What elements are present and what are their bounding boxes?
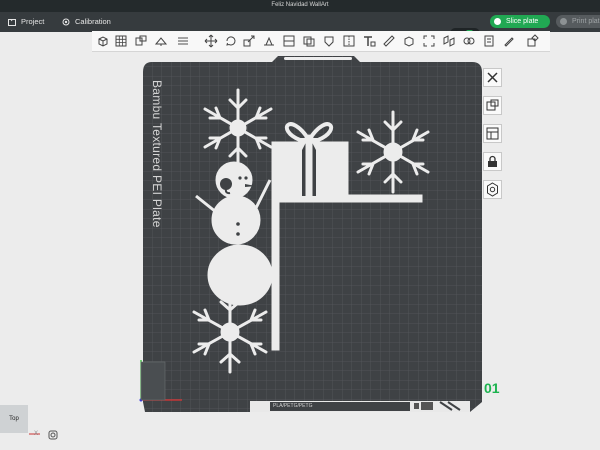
wall-art-model[interactable] xyxy=(0,0,600,450)
arrange-icon xyxy=(486,99,499,111)
axis-x-label: X xyxy=(34,431,39,437)
lock-plate-button[interactable] xyxy=(483,152,502,171)
plate-settings-button[interactable] xyxy=(483,180,502,199)
close-plate-button[interactable] xyxy=(483,68,502,87)
lock-icon xyxy=(488,155,497,167)
view-cube-face-label: Top xyxy=(9,416,19,422)
view-cube[interactable]: Top xyxy=(0,405,28,433)
fit-view-icon[interactable] xyxy=(47,429,59,441)
gear-icon xyxy=(487,182,498,197)
arrange-plate-button[interactable] xyxy=(483,96,502,115)
plate-number: 01 xyxy=(484,380,500,396)
close-icon xyxy=(487,72,498,83)
orient-plate-button[interactable] xyxy=(483,124,502,143)
plate-layout-icon xyxy=(486,127,499,140)
